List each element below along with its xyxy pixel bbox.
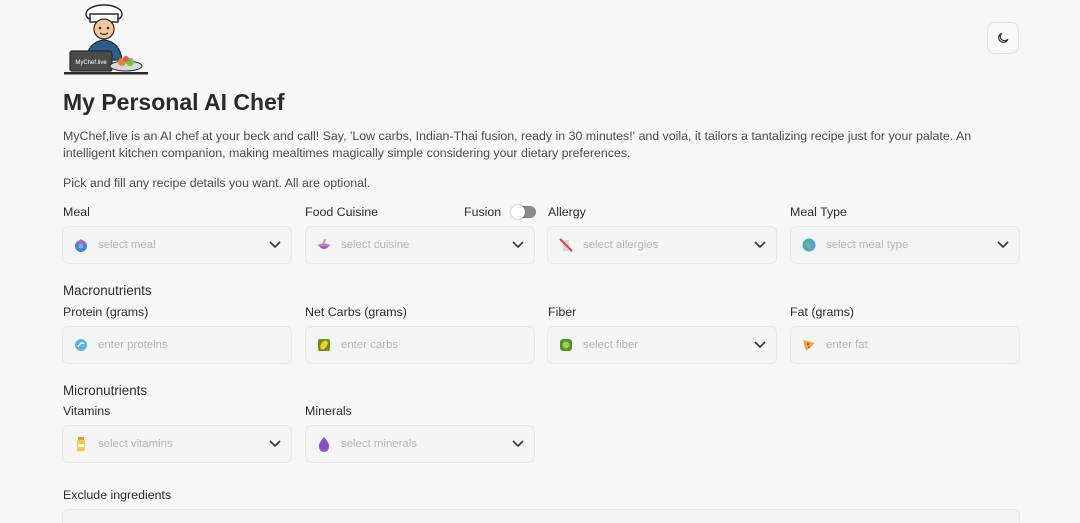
meal-type-label: Meal Type — [790, 205, 847, 219]
fiber-label: Fiber — [548, 305, 577, 319]
chevron-down-icon — [268, 437, 282, 451]
exclude-label: Exclude ingredients — [63, 488, 172, 502]
meal-label: Meal — [63, 205, 90, 219]
macronutrients-title: Macronutrients — [63, 283, 152, 298]
meal-type-placeholder: select meal type — [826, 239, 909, 251]
fusion-toggle-knob — [511, 205, 525, 219]
minerals-select[interactable]: select minerals — [305, 425, 535, 463]
allergy-label: Allergy — [548, 205, 586, 219]
vitamins-select[interactable]: select vitamins — [62, 425, 292, 463]
chef-logo: MyChef.live — [62, 2, 150, 76]
vitamins-placeholder: select vitamins — [98, 438, 173, 450]
fat-input[interactable]: enter fat — [790, 326, 1020, 364]
fat-placeholder: enter fat — [826, 339, 868, 351]
protein-icon — [73, 337, 89, 353]
fiber-select[interactable]: select fiber — [547, 326, 777, 364]
meal-placeholder: select meal — [98, 239, 156, 251]
meal-type-select[interactable]: select meal type — [790, 226, 1020, 264]
mineral-drop-icon — [316, 436, 332, 452]
moon-icon — [998, 32, 1009, 43]
chevron-down-icon — [511, 238, 525, 252]
chevron-down-icon — [268, 238, 282, 252]
globe-icon — [801, 237, 817, 253]
exclude-ingredients-input[interactable] — [62, 509, 1020, 523]
chevron-down-icon — [511, 437, 525, 451]
allergy-select[interactable]: select allergies — [547, 226, 777, 264]
chevron-down-icon — [996, 238, 1010, 252]
hint-text: Pick and fill any recipe details you wan… — [63, 176, 371, 190]
theme-toggle-button[interactable] — [987, 22, 1019, 54]
allergy-icon — [558, 237, 574, 253]
protein-input[interactable]: enter proteins — [62, 326, 292, 364]
page-title: My Personal AI Chef — [63, 89, 285, 115]
fiber-icon — [558, 337, 574, 353]
cuisine-select[interactable]: select cuisine — [305, 226, 535, 264]
carbs-placeholder: enter carbs — [341, 339, 398, 351]
carbs-label: Net Carbs (grams) — [305, 305, 407, 319]
minerals-placeholder: select minerals — [341, 438, 417, 450]
fusion-toggle[interactable] — [511, 205, 536, 219]
vitamin-bottle-icon — [73, 436, 89, 452]
vitamins-label: Vitamins — [63, 404, 111, 418]
fat-label: Fat (grams) — [790, 305, 855, 319]
logo-text: MyChef.live — [75, 60, 107, 66]
meal-icon — [73, 237, 89, 253]
minerals-label: Minerals — [305, 404, 352, 418]
cuisine-label: Food Cuisine — [305, 205, 379, 219]
fiber-placeholder: select fiber — [583, 339, 639, 351]
chevron-down-icon — [753, 338, 767, 352]
protein-placeholder: enter proteins — [98, 339, 168, 351]
bowl-icon — [316, 237, 332, 253]
allergy-placeholder: select allergies — [583, 239, 659, 251]
protein-label: Protein (grams) — [63, 305, 149, 319]
chevron-down-icon — [753, 238, 767, 252]
pizza-icon — [801, 337, 817, 353]
micronutrients-title: Micronutrients — [63, 383, 148, 398]
cuisine-placeholder: select cuisine — [341, 239, 410, 251]
carbs-input[interactable]: enter carbs — [305, 326, 535, 364]
fusion-label: Fusion — [464, 205, 502, 219]
corn-icon — [316, 337, 332, 353]
intro-text: MyChef,live is an AI chef at your beck a… — [63, 129, 972, 160]
meal-select[interactable]: select meal — [62, 226, 292, 264]
